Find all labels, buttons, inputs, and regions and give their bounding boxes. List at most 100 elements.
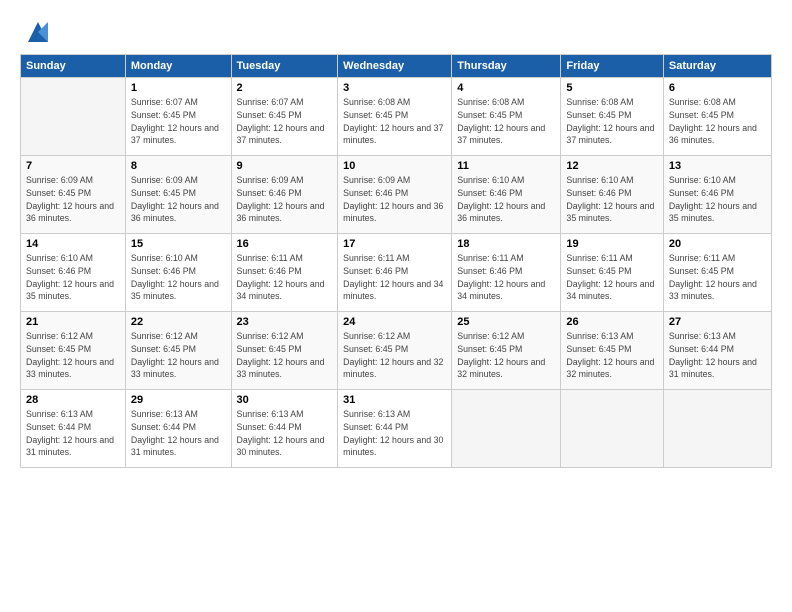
day-number: 13 xyxy=(669,160,766,172)
calendar-cell: 18 Sunrise: 6:11 AMSunset: 6:46 PMDaylig… xyxy=(452,234,561,312)
calendar-cell: 4 Sunrise: 6:08 AMSunset: 6:45 PMDayligh… xyxy=(452,78,561,156)
calendar-table: SundayMondayTuesdayWednesdayThursdayFrid… xyxy=(20,54,772,468)
day-number: 23 xyxy=(237,316,333,328)
calendar-cell: 2 Sunrise: 6:07 AMSunset: 6:45 PMDayligh… xyxy=(231,78,338,156)
day-number: 12 xyxy=(566,160,657,172)
day-info: Sunrise: 6:11 AMSunset: 6:46 PMDaylight:… xyxy=(457,253,545,301)
day-info: Sunrise: 6:09 AMSunset: 6:45 PMDaylight:… xyxy=(131,175,219,223)
header-monday: Monday xyxy=(125,55,231,78)
calendar-cell: 1 Sunrise: 6:07 AMSunset: 6:45 PMDayligh… xyxy=(125,78,231,156)
header-friday: Friday xyxy=(561,55,663,78)
day-number: 25 xyxy=(457,316,555,328)
day-number: 30 xyxy=(237,394,333,406)
day-number: 20 xyxy=(669,238,766,250)
calendar-cell: 29 Sunrise: 6:13 AMSunset: 6:44 PMDaylig… xyxy=(125,390,231,468)
calendar-cell: 9 Sunrise: 6:09 AMSunset: 6:46 PMDayligh… xyxy=(231,156,338,234)
calendar-cell: 31 Sunrise: 6:13 AMSunset: 6:44 PMDaylig… xyxy=(338,390,452,468)
day-info: Sunrise: 6:11 AMSunset: 6:46 PMDaylight:… xyxy=(237,253,325,301)
day-number: 10 xyxy=(343,160,446,172)
header-sunday: Sunday xyxy=(21,55,126,78)
day-number: 26 xyxy=(566,316,657,328)
day-info: Sunrise: 6:10 AMSunset: 6:46 PMDaylight:… xyxy=(26,253,114,301)
header-saturday: Saturday xyxy=(663,55,771,78)
calendar-cell xyxy=(21,78,126,156)
calendar-cell: 6 Sunrise: 6:08 AMSunset: 6:45 PMDayligh… xyxy=(663,78,771,156)
day-info: Sunrise: 6:11 AMSunset: 6:46 PMDaylight:… xyxy=(343,253,443,301)
calendar-week-row: 21 Sunrise: 6:12 AMSunset: 6:45 PMDaylig… xyxy=(21,312,772,390)
day-number: 28 xyxy=(26,394,120,406)
day-number: 11 xyxy=(457,160,555,172)
day-info: Sunrise: 6:13 AMSunset: 6:45 PMDaylight:… xyxy=(566,331,654,379)
day-info: Sunrise: 6:08 AMSunset: 6:45 PMDaylight:… xyxy=(669,97,757,145)
header-thursday: Thursday xyxy=(452,55,561,78)
day-info: Sunrise: 6:12 AMSunset: 6:45 PMDaylight:… xyxy=(457,331,545,379)
calendar-cell: 10 Sunrise: 6:09 AMSunset: 6:46 PMDaylig… xyxy=(338,156,452,234)
calendar-cell: 16 Sunrise: 6:11 AMSunset: 6:46 PMDaylig… xyxy=(231,234,338,312)
calendar-header-row: SundayMondayTuesdayWednesdayThursdayFrid… xyxy=(21,55,772,78)
calendar-cell: 17 Sunrise: 6:11 AMSunset: 6:46 PMDaylig… xyxy=(338,234,452,312)
day-number: 24 xyxy=(343,316,446,328)
calendar-cell: 23 Sunrise: 6:12 AMSunset: 6:45 PMDaylig… xyxy=(231,312,338,390)
day-info: Sunrise: 6:10 AMSunset: 6:46 PMDaylight:… xyxy=(669,175,757,223)
calendar-cell: 20 Sunrise: 6:11 AMSunset: 6:45 PMDaylig… xyxy=(663,234,771,312)
day-info: Sunrise: 6:13 AMSunset: 6:44 PMDaylight:… xyxy=(669,331,757,379)
calendar-cell: 7 Sunrise: 6:09 AMSunset: 6:45 PMDayligh… xyxy=(21,156,126,234)
day-info: Sunrise: 6:07 AMSunset: 6:45 PMDaylight:… xyxy=(237,97,325,145)
day-info: Sunrise: 6:13 AMSunset: 6:44 PMDaylight:… xyxy=(26,409,114,457)
calendar-week-row: 1 Sunrise: 6:07 AMSunset: 6:45 PMDayligh… xyxy=(21,78,772,156)
day-number: 29 xyxy=(131,394,226,406)
day-number: 17 xyxy=(343,238,446,250)
day-number: 18 xyxy=(457,238,555,250)
calendar-cell: 27 Sunrise: 6:13 AMSunset: 6:44 PMDaylig… xyxy=(663,312,771,390)
calendar-cell xyxy=(663,390,771,468)
day-info: Sunrise: 6:12 AMSunset: 6:45 PMDaylight:… xyxy=(343,331,443,379)
day-info: Sunrise: 6:09 AMSunset: 6:46 PMDaylight:… xyxy=(237,175,325,223)
day-info: Sunrise: 6:07 AMSunset: 6:45 PMDaylight:… xyxy=(131,97,219,145)
calendar-cell: 14 Sunrise: 6:10 AMSunset: 6:46 PMDaylig… xyxy=(21,234,126,312)
day-info: Sunrise: 6:12 AMSunset: 6:45 PMDaylight:… xyxy=(26,331,114,379)
day-number: 22 xyxy=(131,316,226,328)
day-info: Sunrise: 6:09 AMSunset: 6:46 PMDaylight:… xyxy=(343,175,443,223)
calendar-cell: 22 Sunrise: 6:12 AMSunset: 6:45 PMDaylig… xyxy=(125,312,231,390)
day-number: 19 xyxy=(566,238,657,250)
day-number: 6 xyxy=(669,82,766,94)
day-info: Sunrise: 6:13 AMSunset: 6:44 PMDaylight:… xyxy=(343,409,443,457)
day-info: Sunrise: 6:12 AMSunset: 6:45 PMDaylight:… xyxy=(131,331,219,379)
calendar-week-row: 14 Sunrise: 6:10 AMSunset: 6:46 PMDaylig… xyxy=(21,234,772,312)
day-number: 5 xyxy=(566,82,657,94)
calendar-week-row: 28 Sunrise: 6:13 AMSunset: 6:44 PMDaylig… xyxy=(21,390,772,468)
calendar-cell xyxy=(452,390,561,468)
day-info: Sunrise: 6:08 AMSunset: 6:45 PMDaylight:… xyxy=(343,97,443,145)
day-number: 9 xyxy=(237,160,333,172)
logo-icon xyxy=(24,18,52,46)
day-number: 16 xyxy=(237,238,333,250)
header xyxy=(20,18,772,46)
day-number: 3 xyxy=(343,82,446,94)
day-number: 15 xyxy=(131,238,226,250)
calendar-cell: 8 Sunrise: 6:09 AMSunset: 6:45 PMDayligh… xyxy=(125,156,231,234)
calendar-cell: 30 Sunrise: 6:13 AMSunset: 6:44 PMDaylig… xyxy=(231,390,338,468)
calendar-cell xyxy=(561,390,663,468)
day-number: 7 xyxy=(26,160,120,172)
header-tuesday: Tuesday xyxy=(231,55,338,78)
calendar-cell: 15 Sunrise: 6:10 AMSunset: 6:46 PMDaylig… xyxy=(125,234,231,312)
calendar-cell: 24 Sunrise: 6:12 AMSunset: 6:45 PMDaylig… xyxy=(338,312,452,390)
day-info: Sunrise: 6:10 AMSunset: 6:46 PMDaylight:… xyxy=(457,175,545,223)
day-info: Sunrise: 6:10 AMSunset: 6:46 PMDaylight:… xyxy=(566,175,654,223)
calendar-cell: 21 Sunrise: 6:12 AMSunset: 6:45 PMDaylig… xyxy=(21,312,126,390)
calendar-cell: 12 Sunrise: 6:10 AMSunset: 6:46 PMDaylig… xyxy=(561,156,663,234)
day-number: 14 xyxy=(26,238,120,250)
day-info: Sunrise: 6:11 AMSunset: 6:45 PMDaylight:… xyxy=(669,253,757,301)
day-number: 4 xyxy=(457,82,555,94)
day-number: 21 xyxy=(26,316,120,328)
logo xyxy=(20,18,52,46)
day-info: Sunrise: 6:11 AMSunset: 6:45 PMDaylight:… xyxy=(566,253,654,301)
calendar-cell: 19 Sunrise: 6:11 AMSunset: 6:45 PMDaylig… xyxy=(561,234,663,312)
calendar-cell: 13 Sunrise: 6:10 AMSunset: 6:46 PMDaylig… xyxy=(663,156,771,234)
day-info: Sunrise: 6:09 AMSunset: 6:45 PMDaylight:… xyxy=(26,175,114,223)
header-wednesday: Wednesday xyxy=(338,55,452,78)
day-info: Sunrise: 6:08 AMSunset: 6:45 PMDaylight:… xyxy=(566,97,654,145)
calendar-cell: 26 Sunrise: 6:13 AMSunset: 6:45 PMDaylig… xyxy=(561,312,663,390)
day-info: Sunrise: 6:12 AMSunset: 6:45 PMDaylight:… xyxy=(237,331,325,379)
day-number: 2 xyxy=(237,82,333,94)
